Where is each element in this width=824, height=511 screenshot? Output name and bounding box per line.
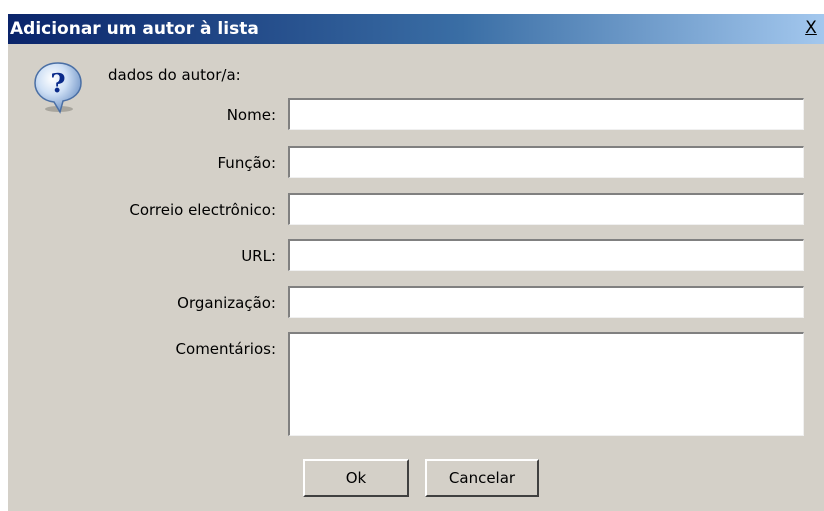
url-field[interactable] bbox=[288, 239, 804, 271]
comments-field[interactable] bbox=[288, 332, 804, 436]
email-label: Correio electrônico: bbox=[129, 201, 276, 219]
email-field[interactable] bbox=[288, 193, 804, 225]
form-heading: dados do autor/a: bbox=[108, 66, 241, 84]
question-icon: ? bbox=[34, 62, 82, 114]
url-label: URL: bbox=[241, 247, 276, 265]
function-label: Função: bbox=[217, 154, 277, 172]
ok-button[interactable]: Ok bbox=[303, 459, 409, 497]
comments-label: Comentários: bbox=[175, 340, 276, 358]
title-bar[interactable]: Adicionar um autor à lista bbox=[8, 14, 824, 44]
question-mark-glyph: ? bbox=[50, 69, 65, 99]
dialog-title: Adicionar um autor à lista bbox=[10, 19, 259, 39]
organization-label: Organização: bbox=[177, 294, 276, 312]
close-button[interactable]: X bbox=[802, 18, 820, 38]
organization-field[interactable] bbox=[288, 286, 804, 318]
function-field[interactable] bbox=[288, 146, 804, 178]
cancel-button[interactable]: Cancelar bbox=[425, 459, 539, 497]
name-field[interactable] bbox=[288, 98, 804, 130]
add-author-dialog: Adicionar um autor à lista X ? dados do … bbox=[8, 14, 824, 511]
name-label: Nome: bbox=[226, 106, 276, 124]
